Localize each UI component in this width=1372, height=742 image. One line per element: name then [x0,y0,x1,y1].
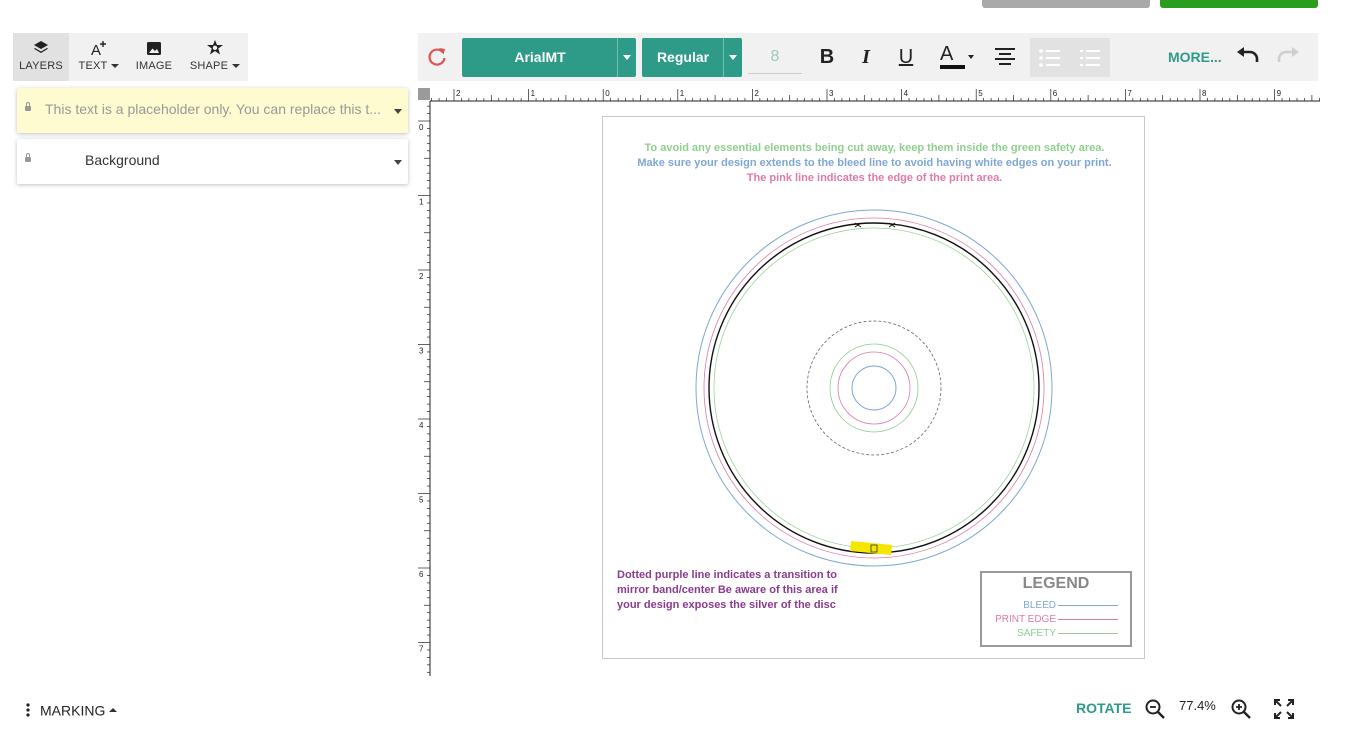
font-style-arrow-icon [723,38,742,77]
lock-icon [25,153,31,162]
layer-dropdown-arrow-icon[interactable] [394,160,402,165]
bullet-list-icon[interactable] [1038,47,1062,69]
font-family-dropdown[interactable]: ArialMT [462,38,636,77]
more-button[interactable]: MORE... [1168,49,1222,65]
zoom-out-icon[interactable] [1144,698,1166,720]
ruler-label: 9 [1277,89,1282,98]
undo-icon[interactable] [1235,47,1261,67]
marking-menu-button[interactable]: MARKING [24,701,118,719]
layers-tool-button[interactable]: LAYERS [13,33,69,81]
fullscreen-icon[interactable] [1273,698,1295,720]
image-label: IMAGE [135,60,173,72]
legend-box: LEGEND BLEED PRINT EDGE SAFETY [980,571,1132,647]
secondary-action-button[interactable] [982,0,1150,8]
layers-label: LAYERS [19,60,63,72]
ruler-label: 1 [531,89,536,98]
note-line: mirror band/center Be aware of this area… [617,584,838,596]
redo-icon[interactable] [1275,47,1301,67]
ruler-label: 0 [605,89,610,98]
text-color-button[interactable]: A [938,41,978,73]
ruler-label: 6 [1053,89,1058,98]
list-buttons-group [1030,38,1110,77]
marking-caret-icon [109,708,118,713]
legend-print-edge-label: PRINT EDGE [995,614,1056,625]
legend-bleed-label: BLEED [1023,600,1056,611]
ruler-label: 2 [754,89,759,98]
rotate-button[interactable]: ROTATE [1076,700,1131,716]
text-label: TEXT [78,60,108,72]
legend-safety: SAFETY [1017,628,1118,639]
shape-label: SHAPE [189,60,229,72]
ruler-label: 4 [419,421,424,430]
svg-text:A: A [91,42,101,57]
legend-title: LEGEND [1022,575,1090,592]
ruler-label: 6 [419,570,424,579]
legend-print-edge: PRINT EDGE [995,614,1118,625]
ruler-label: 3 [829,89,834,98]
font-style-value: Regular [656,49,710,65]
bold-button[interactable]: B [813,43,841,71]
zoom-value: 77.4% [1179,698,1216,713]
ruler-label: 1 [680,89,685,98]
more-label: MORE... [1168,49,1222,65]
text-color-icon: A [940,43,974,69]
ruler-label: 5 [419,496,424,505]
underline-button[interactable]: U [892,43,920,71]
add-text-icon: A [91,41,106,57]
ruler-label: 2 [419,272,424,281]
layer-label: Background [85,152,160,168]
left-toolbar: LAYERS A TEXT IMAGE SHAPE [13,33,248,81]
horizontal-ruler: 2 1 0 1 2 3 4 5 6 7 8 9 [430,89,1320,102]
lock-icon [25,102,31,111]
ruler-label: 8 [1202,89,1207,98]
ruler-label: 1 [419,198,424,207]
more-vertical-icon [26,703,30,717]
image-tool-button[interactable]: IMAGE [129,33,179,81]
ruler-label: 4 [904,89,909,98]
note-line: Dotted purple line indicates a transitio… [617,569,838,581]
numbered-list-icon[interactable] [1078,47,1102,69]
font-size-input[interactable]: 8 [748,43,802,74]
ruler-label: 3 [419,347,424,356]
layer-placeholder-text[interactable]: This text is a placeholder only. You can… [17,88,408,133]
primary-action-button[interactable] [1160,0,1318,8]
refresh-icon[interactable] [426,46,448,68]
design-canvas[interactable]: To avoid any essential elements being cu… [602,116,1145,659]
legend-safety-label: SAFETY [1017,628,1056,639]
vertical-ruler: 0 1 2 3 4 5 6 7 [418,101,431,676]
image-icon [147,42,161,55]
italic-button[interactable]: I [852,43,880,71]
layer-dropdown-arrow-icon[interactable] [394,109,402,114]
mirror-band-note: Dotted purple line indicates a transitio… [617,568,838,613]
text-tool-button[interactable]: A TEXT [71,33,127,81]
ruler-corner [418,88,430,100]
layer-label: This text is a placeholder only. You can… [45,101,381,117]
font-size-value: 8 [770,48,780,65]
marking-label: MARKING [40,702,106,719]
font-family-arrow-icon [617,38,636,77]
rotate-label: ROTATE [1076,700,1132,716]
ruler-label: 2 [456,89,461,98]
ruler-label: 5 [978,89,983,98]
zoom-in-icon[interactable] [1230,698,1252,720]
ruler-label: 0 [419,123,424,132]
layer-background[interactable]: Background [17,139,408,184]
align-center-icon[interactable] [993,46,1017,68]
font-style-dropdown[interactable]: Regular [642,38,742,77]
shape-caret-icon [232,64,241,69]
zoom-level: 77.4% [1179,698,1216,713]
legend-bleed: BLEED [1023,600,1118,611]
font-family-value: ArialMT [514,49,566,65]
layers-icon [34,41,48,53]
text-format-toolbar: ArialMT Regular 8 B I U A MORE... [418,33,1318,81]
ruler-label: 7 [1127,89,1132,98]
shape-tool-button[interactable]: SHAPE [183,33,247,81]
svg-text:A: A [940,43,954,65]
note-line: your design exposes the silver of the di… [617,599,836,611]
ruler-label: 7 [419,645,424,654]
shape-star-icon [207,40,223,55]
text-caret-icon [111,64,120,69]
